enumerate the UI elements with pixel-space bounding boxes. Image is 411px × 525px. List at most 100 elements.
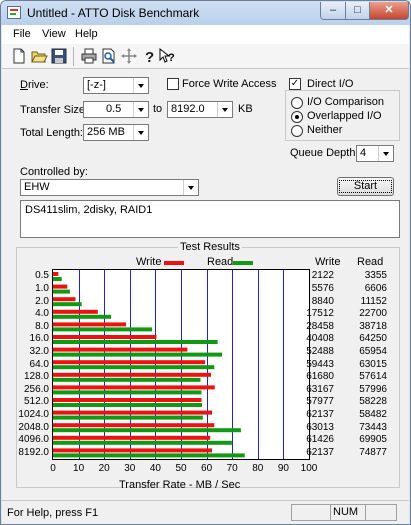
menu-file[interactable]: File <box>13 28 31 40</box>
write-bar <box>53 372 211 377</box>
start-button[interactable]: Start <box>337 177 394 196</box>
write-legend-label: Write <box>136 256 162 268</box>
write-bar <box>53 309 98 314</box>
read-value: 38718 <box>359 320 387 332</box>
force-write-checkbox[interactable] <box>167 78 179 90</box>
read-value: 58482 <box>359 408 387 420</box>
x-tick-label: 80 <box>252 463 264 474</box>
start-label: Start <box>338 180 393 193</box>
queue-depth-value: 4 <box>360 147 367 159</box>
read-value: 3355 <box>364 270 387 282</box>
x-tick-label: 10 <box>73 463 85 474</box>
chevron-down-icon <box>183 180 198 195</box>
x-tick-label: 70 <box>226 463 238 474</box>
move-icon[interactable] <box>120 47 138 65</box>
x-tick-label: 20 <box>98 463 110 474</box>
menu-help[interactable]: Help <box>75 28 98 40</box>
transfer-from-value: 0.5 <box>106 103 122 115</box>
transfer-size-to-select[interactable]: 8192.0 <box>167 101 233 118</box>
save-icon[interactable] <box>50 47 68 65</box>
write-bar <box>53 297 76 302</box>
open-icon[interactable] <box>30 47 48 65</box>
num-lock-indicator: NUM <box>330 504 366 521</box>
status-text: For Help, press F1 <box>7 507 99 519</box>
help-icon[interactable]: ? <box>140 47 158 65</box>
controlled-by-select[interactable]: EHW <box>20 179 199 196</box>
total-length-label: Total Length: <box>20 127 83 139</box>
write-column-header: Write <box>315 256 341 268</box>
overlapped-io-radio[interactable] <box>291 111 303 123</box>
read-bar <box>53 302 82 307</box>
write-bar <box>53 347 188 352</box>
category-label: 64.0 <box>29 358 49 370</box>
context-help-icon[interactable]: ? <box>158 47 176 65</box>
controlled-by-label: Controlled by: <box>20 166 88 178</box>
category-label: 16.0 <box>29 333 49 345</box>
status-panel-scroll <box>365 504 397 521</box>
status-bar: For Help, press F1 NUM <box>2 500 409 524</box>
results-title: Test Results <box>178 241 242 253</box>
queue-depth-select[interactable]: 4 <box>356 145 394 162</box>
kb-label: KB <box>238 103 253 115</box>
neither-radio[interactable] <box>291 125 303 137</box>
bar-chart <box>53 270 284 459</box>
write-value: 61426 <box>306 434 334 446</box>
print-icon[interactable] <box>80 47 98 65</box>
svg-text:?: ? <box>145 49 154 65</box>
read-bar <box>53 390 202 395</box>
write-bar <box>53 448 212 453</box>
write-value: 5576 <box>311 282 334 294</box>
write-value: 28458 <box>306 320 334 332</box>
drive-label: Drive: <box>20 79 49 91</box>
category-label: 1024.0 <box>18 408 49 420</box>
x-tick-label: 90 <box>277 463 289 474</box>
minimize-button[interactable]: – <box>320 2 346 20</box>
title-bar[interactable]: Untitled - ATTO Disk Benchmark – □ ✕ <box>1 1 410 25</box>
x-tick-label: 40 <box>149 463 161 474</box>
write-legend-swatch <box>164 261 184 265</box>
queue-depth-label: Queue Depth: <box>290 147 359 159</box>
io-comparison-label: I/O Comparison <box>307 96 385 108</box>
chevron-down-icon <box>133 78 148 93</box>
chevron-down-icon <box>133 125 148 140</box>
close-button[interactable]: ✕ <box>369 2 409 20</box>
read-value: 63015 <box>359 358 387 370</box>
chevron-down-icon <box>133 102 148 117</box>
to-label: to <box>153 103 163 115</box>
direct-io-checkbox[interactable]: ✓ <box>289 78 301 90</box>
write-value: 59443 <box>306 358 334 370</box>
read-bar <box>53 440 232 445</box>
x-tick-label: 60 <box>201 463 213 474</box>
maximize-button[interactable]: □ <box>345 2 370 20</box>
read-value: 65954 <box>359 345 387 357</box>
print-preview-icon[interactable] <box>100 47 118 65</box>
drive-select[interactable]: [-z-] <box>83 77 149 94</box>
app-window: Untitled - ATTO Disk Benchmark – □ ✕ Fil… <box>0 0 411 525</box>
x-tick-label: 30 <box>124 463 136 474</box>
read-value: 64250 <box>359 333 387 345</box>
read-bar <box>53 415 203 420</box>
description-field[interactable]: DS411slim, 2disky, RAID1 <box>20 200 400 238</box>
x-tick-label: 100 <box>300 463 318 474</box>
write-value: 52488 <box>306 345 334 357</box>
x-tick-label: 50 <box>175 463 187 474</box>
io-comparison-radio[interactable] <box>291 97 303 109</box>
total-length-select[interactable]: 256 MB <box>83 124 149 141</box>
read-bar <box>53 314 112 319</box>
read-value: 22700 <box>359 308 387 320</box>
new-icon[interactable] <box>10 47 28 65</box>
description-text: DS411slim, 2disky, RAID1 <box>25 204 153 216</box>
controlled-by-value: EHW <box>24 181 50 193</box>
transfer-size-from-select[interactable]: 0.5 <box>83 101 149 118</box>
category-label: 1.0 <box>35 282 49 294</box>
overlapped-io-label: Overlapped I/O <box>307 110 382 122</box>
drive-value: [-z-] <box>87 79 106 91</box>
total-length-value: 256 MB <box>87 126 125 138</box>
category-label: 128.0 <box>23 371 49 383</box>
write-value: 62137 <box>306 446 334 458</box>
read-value: 73443 <box>359 421 387 433</box>
chevron-down-icon <box>217 102 232 117</box>
menu-view[interactable]: View <box>42 28 66 40</box>
write-value: 63167 <box>306 383 334 395</box>
write-value: 63013 <box>306 421 334 433</box>
